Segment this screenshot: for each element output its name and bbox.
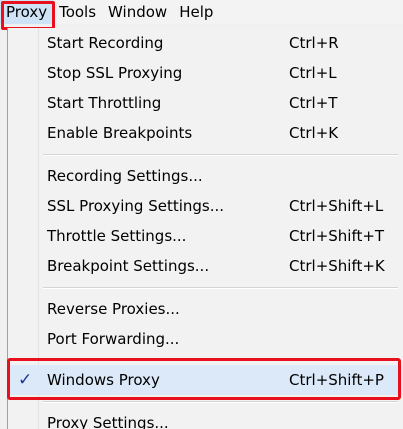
menu-item-shortcut: Ctrl+T — [289, 94, 338, 112]
menu-item-shortcut: Ctrl+R — [289, 34, 339, 52]
menu-item-enable-breakpoints[interactable]: Enable Breakpoints Ctrl+K — [8, 118, 403, 148]
menu-item-ssl-proxying-settings[interactable]: SSL Proxying Settings... Ctrl+Shift+L — [8, 191, 403, 221]
menu-item-shortcut: Ctrl+K — [289, 124, 339, 142]
menu-item-proxy-settings[interactable]: Proxy Settings... — [8, 408, 403, 429]
menu-item-port-forwarding[interactable]: Port Forwarding... — [8, 324, 403, 354]
menu-item-breakpoint-settings[interactable]: Breakpoint Settings... Ctrl+Shift+K — [8, 251, 403, 281]
menu-item-label: Reverse Proxies... — [47, 300, 180, 318]
menu-help[interactable]: Help — [173, 0, 219, 24]
menu-item-recording-settings[interactable]: Recording Settings... — [8, 161, 403, 191]
menu-item-label: SSL Proxying Settings... — [47, 197, 225, 215]
app-window: Proxy Tools Window Help Start Recording … — [0, 0, 403, 429]
menu-separator — [43, 154, 398, 156]
menu-item-throttle-settings[interactable]: Throttle Settings... Ctrl+Shift+T — [8, 221, 403, 251]
menu-item-label: Throttle Settings... — [47, 227, 187, 245]
menu-item-label: Stop SSL Proxying — [47, 64, 183, 82]
proxy-menu-highlight-box — [1, 1, 55, 30]
menu-item-shortcut: Ctrl+Shift+T — [289, 227, 385, 245]
menu-item-label: Windows Proxy — [47, 371, 160, 389]
menu-item-label: Start Throttling — [47, 94, 162, 112]
menu-separator — [43, 287, 398, 289]
menu-item-shortcut: Ctrl+Shift+L — [289, 197, 384, 215]
menu-item-shortcut: Ctrl+Shift+P — [289, 371, 384, 389]
menu-item-shortcut: Ctrl+Shift+K — [289, 257, 385, 275]
menu-item-label: Breakpoint Settings... — [47, 257, 210, 275]
menu-item-shortcut: Ctrl+L — [289, 64, 337, 82]
menu-item-start-throttling[interactable]: Start Throttling Ctrl+T — [8, 88, 403, 118]
menu-item-label: Port Forwarding... — [47, 330, 180, 348]
menu-item-label: Proxy Settings... — [47, 414, 169, 429]
menu-item-stop-ssl-proxying[interactable]: Stop SSL Proxying Ctrl+L — [8, 58, 403, 88]
proxy-dropdown-menu: Start Recording Ctrl+R Stop SSL Proxying… — [7, 28, 403, 429]
checkmark-icon: ✓ — [18, 370, 33, 390]
menu-item-windows-proxy[interactable]: ✓ Windows Proxy Ctrl+Shift+P — [8, 365, 403, 395]
menu-item-label: Start Recording — [47, 34, 164, 52]
menu-item-label: Recording Settings... — [47, 167, 203, 185]
menu-item-start-recording[interactable]: Start Recording Ctrl+R — [8, 28, 403, 58]
menu-separator — [43, 401, 398, 403]
menu-window[interactable]: Window — [102, 0, 173, 24]
menu-separator — [43, 358, 398, 360]
menu-bar: Proxy Tools Window Help — [0, 0, 403, 24]
menu-item-label: Enable Breakpoints — [47, 124, 193, 142]
menu-tools[interactable]: Tools — [53, 0, 102, 24]
menu-item-reverse-proxies[interactable]: Reverse Proxies... — [8, 294, 403, 324]
